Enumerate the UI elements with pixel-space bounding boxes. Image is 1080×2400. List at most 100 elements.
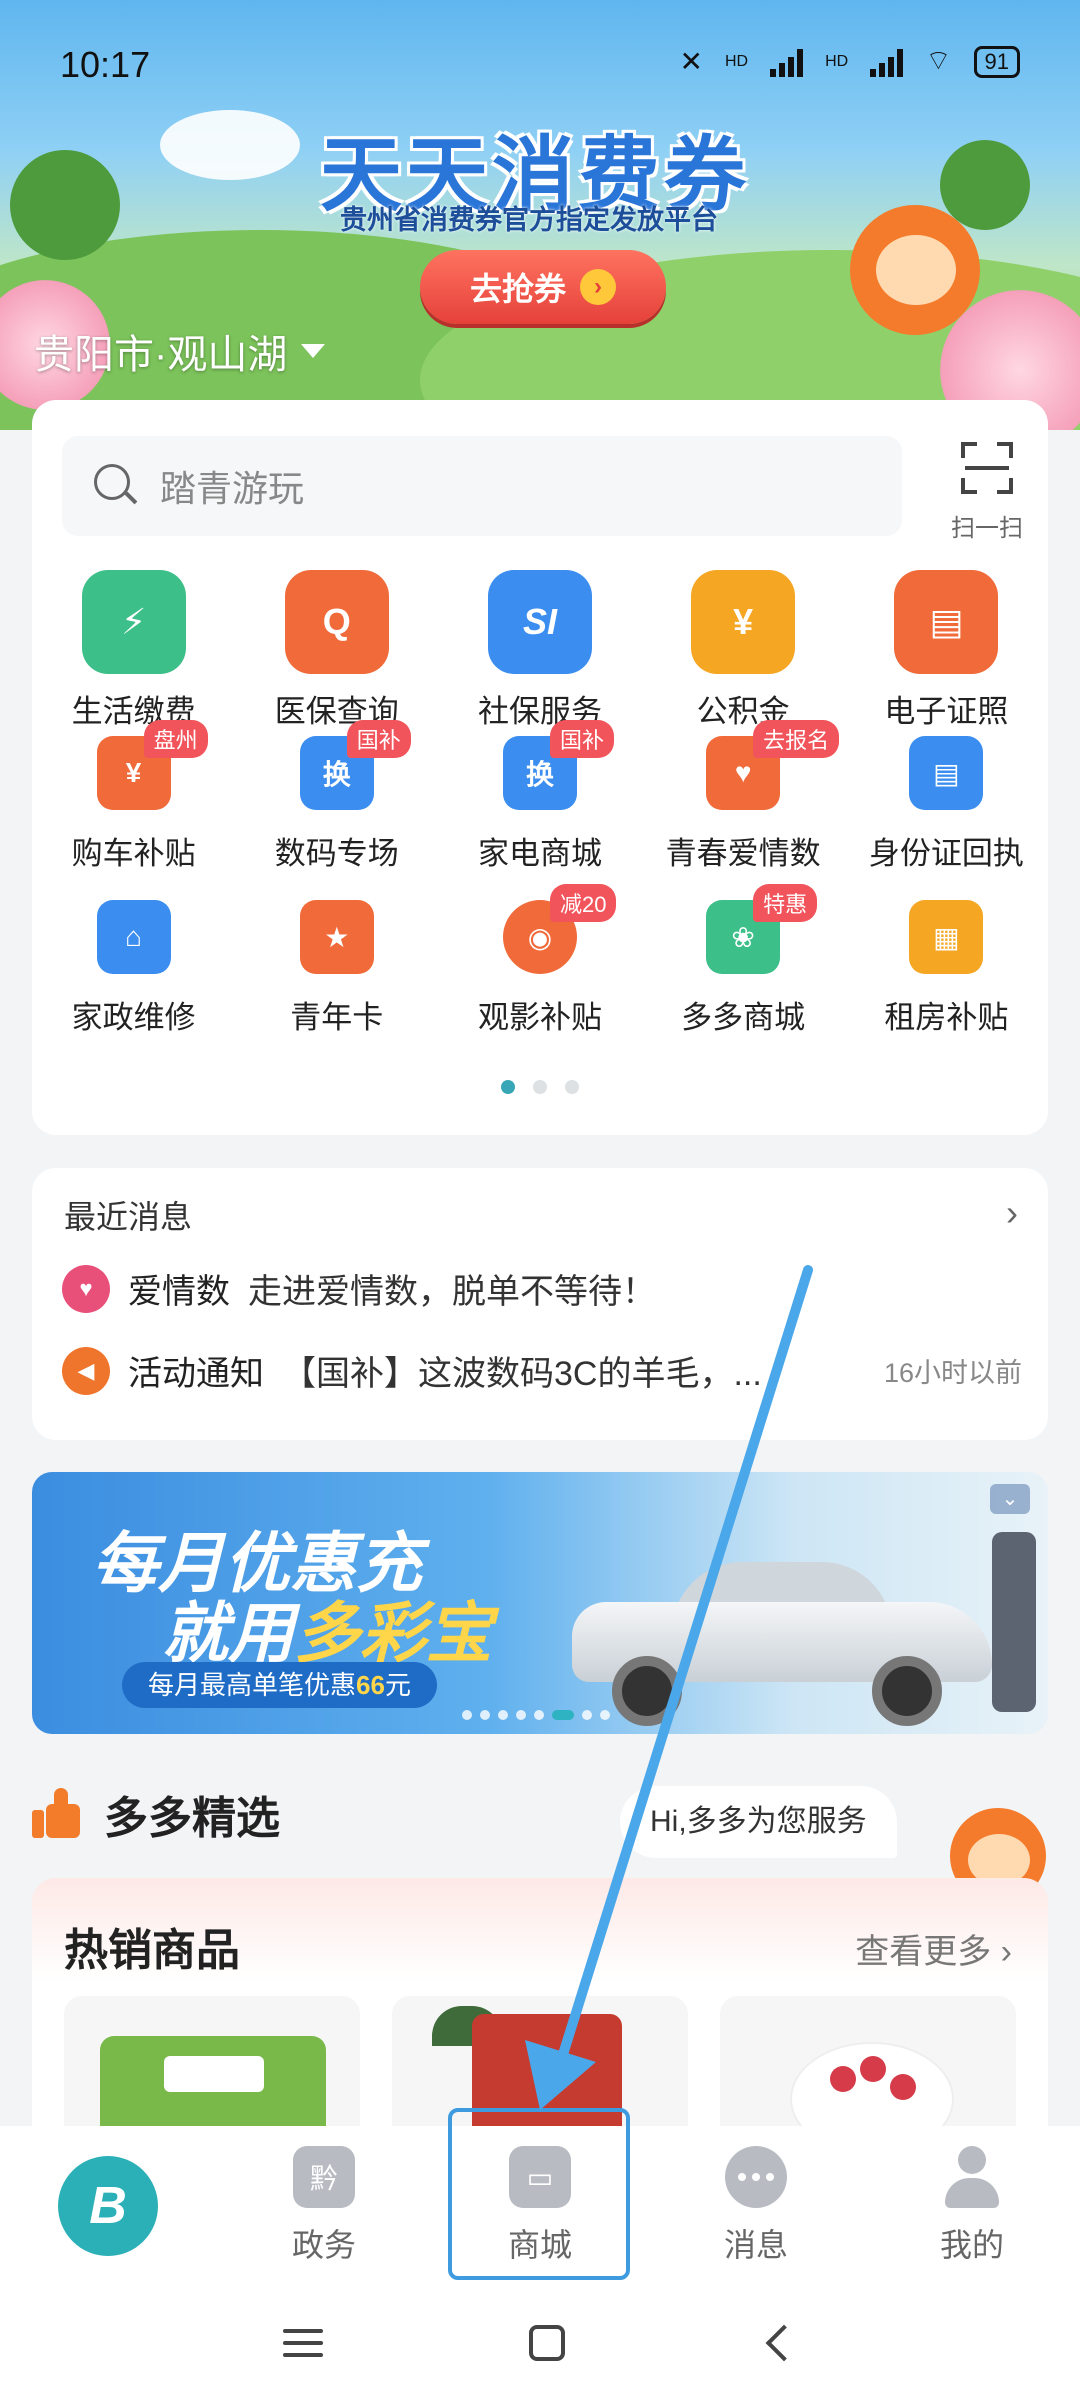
message-item[interactable]: ♥ 爱情数 走进爱情数，脱单不等待！ bbox=[62, 1264, 1022, 1313]
see-more-label: 查看更多 bbox=[855, 1933, 992, 1971]
tab-profile[interactable]: 我的 bbox=[864, 2126, 1080, 2286]
tab-government[interactable]: 黔 政务 bbox=[216, 2126, 432, 2286]
page-dot bbox=[565, 1080, 579, 1094]
user-icon bbox=[941, 2146, 1003, 2208]
service-e-license[interactable]: ▤ 电子证照 bbox=[846, 570, 1046, 729]
service-label: 观影补贴 bbox=[477, 1000, 602, 1035]
service-home-repair[interactable]: ⌂ 家政维修 bbox=[34, 884, 234, 1044]
heart-icon: ♥ bbox=[62, 1264, 110, 1313]
service-duoduo-mall[interactable]: ❀ 特惠 多多商城 bbox=[643, 884, 843, 1044]
selection-header: 多多精选 bbox=[32, 1782, 280, 1846]
youth-card-icon: ★ bbox=[299, 900, 374, 974]
tab-messages[interactable]: 消息 bbox=[648, 2126, 864, 2286]
tab-home[interactable]: B bbox=[0, 2126, 216, 2286]
badge: 特惠 bbox=[753, 884, 818, 922]
social-security-icon: SI bbox=[487, 570, 592, 674]
consumer-coupon-banner[interactable]: 10:17 ✕ HD HD ⌔ 91 天天消费券 贵州省消费券官方指定发放平台 … bbox=[0, 0, 1080, 430]
message-time: 16小时以前 bbox=[883, 1358, 1022, 1388]
home-repair-icon: ⌂ bbox=[96, 900, 171, 974]
assistant-bubble[interactable]: Hi,多多为您服务 bbox=[620, 1786, 897, 1858]
speaker-icon: ◀ bbox=[62, 1346, 110, 1395]
tab-label: 商城 bbox=[507, 2227, 572, 2263]
grab-coupon-button[interactable]: 去抢券 › bbox=[420, 250, 666, 324]
service-youth-love[interactable]: ♥ 去报名 青春爱情数 bbox=[643, 720, 843, 880]
see-more-link[interactable]: 查看更多 › bbox=[855, 1924, 1012, 1973]
page-indicator bbox=[32, 1080, 1048, 1094]
bottom-tab-bar: B 黔 政务 ▭ 商城 消息 我的 bbox=[0, 2126, 1080, 2286]
rent-doc-icon: ▦ bbox=[909, 900, 984, 974]
service-label: 青春爱情数 bbox=[665, 836, 821, 871]
promo-brand: 多彩宝 bbox=[294, 1596, 492, 1670]
location-label: 贵阳市·观山湖 bbox=[34, 333, 288, 377]
signal-icon bbox=[770, 47, 804, 77]
carousel-dot-active bbox=[552, 1710, 574, 1720]
app-logo-icon: B bbox=[58, 2156, 158, 2256]
product-card[interactable] bbox=[64, 1996, 360, 2146]
service-life-payment[interactable]: ⚡ 生活缴费 bbox=[34, 570, 234, 729]
medical-search-icon: Q bbox=[284, 570, 389, 674]
bolt-icon: ⚡ bbox=[81, 570, 186, 674]
hot-products-card: 热销商品 查看更多 › bbox=[32, 1878, 1048, 2146]
banner-subtitle: 贵州省消费券官方指定发放平台 bbox=[340, 205, 718, 235]
service-youth-card[interactable]: ★ 青年卡 bbox=[237, 884, 437, 1044]
recharge-promo-banner[interactable]: 每月优惠充 就用多彩宝 每月最高单笔优惠66元 ⌄ bbox=[32, 1472, 1048, 1734]
product-card[interactable] bbox=[720, 1996, 1016, 2146]
selection-title: 多多精选 bbox=[104, 1794, 280, 1843]
message-item[interactable]: ◀ 活动通知 【国补】这波数码3C的羊毛，... 16小时以前 bbox=[62, 1346, 1022, 1395]
product-card[interactable] bbox=[392, 1996, 688, 2146]
services-card: 踏青游玩 扫一扫 ⚡ 生活缴费 Q 医保查询 SI 社保服务 ¥ 公积金 ▤ 电… bbox=[32, 400, 1048, 1135]
tab-label: 我的 bbox=[939, 2227, 1004, 2263]
signal-label: HD bbox=[724, 52, 749, 70]
service-rent-subsidy[interactable]: ▦ 租房补贴 bbox=[846, 884, 1046, 1044]
service-digital[interactable]: 换 国补 数码专场 bbox=[237, 720, 437, 880]
search-input[interactable]: 踏青游玩 bbox=[62, 436, 902, 536]
promo-pill-text: 每月最高单笔优惠 bbox=[148, 1670, 357, 1700]
carousel-dot bbox=[498, 1710, 508, 1720]
home-icon[interactable] bbox=[529, 2325, 565, 2361]
service-car-subsidy[interactable]: ¥ 盘州 购车补贴 bbox=[34, 720, 234, 880]
scan-button[interactable]: 扫一扫 bbox=[932, 442, 1042, 543]
page-dot-active bbox=[501, 1080, 515, 1094]
service-medical-insurance[interactable]: Q 医保查询 bbox=[237, 570, 437, 729]
carousel-dot bbox=[516, 1710, 526, 1720]
message-text: 【国补】这波数码3C的羊毛，... bbox=[282, 1355, 762, 1393]
badge: 国补 bbox=[346, 720, 411, 758]
promo-discount-pill: 每月最高单笔优惠66元 bbox=[122, 1662, 437, 1708]
service-id-receipt[interactable]: ▤ 身份证回执 bbox=[846, 720, 1046, 880]
tab-label: 消息 bbox=[723, 2227, 788, 2263]
id-receipt-icon: ▤ bbox=[909, 736, 984, 810]
messages-header: 最近消息 bbox=[64, 1199, 193, 1235]
charger-illustration bbox=[992, 1532, 1036, 1712]
message-source: 爱情数 bbox=[128, 1273, 230, 1311]
page-dot bbox=[533, 1080, 547, 1094]
badge: 去报名 bbox=[753, 720, 840, 758]
chevron-right-icon[interactable]: › bbox=[1006, 1192, 1018, 1234]
service-appliance-mall[interactable]: 换 国补 家电商城 bbox=[440, 720, 640, 880]
service-movie-subsidy[interactable]: ◉ 减20 观影补贴 bbox=[440, 884, 640, 1044]
government-icon: 黔 bbox=[293, 2146, 355, 2208]
service-social-security[interactable]: SI 社保服务 bbox=[440, 570, 640, 729]
menu-icon[interactable] bbox=[283, 2321, 323, 2365]
thumbs-up-icon bbox=[32, 1788, 84, 1840]
store-icon: ▭ bbox=[509, 2146, 571, 2208]
promo-prefix: 就用 bbox=[162, 1596, 294, 1670]
recent-messages-card[interactable]: 最近消息 › ♥ 爱情数 走进爱情数，脱单不等待！ ◀ 活动通知 【国补】这波数… bbox=[32, 1168, 1048, 1440]
back-icon[interactable] bbox=[765, 2324, 803, 2362]
dropdown-caret-icon bbox=[301, 344, 326, 358]
hot-products-title: 热销商品 bbox=[64, 1926, 240, 1975]
service-housing-fund[interactable]: ¥ 公积金 bbox=[643, 570, 843, 729]
search-icon bbox=[94, 464, 138, 508]
message-source: 活动通知 bbox=[128, 1355, 264, 1393]
services-row: ⚡ 生活缴费 Q 医保查询 SI 社保服务 ¥ 公积金 ▤ 电子证照 bbox=[32, 570, 1048, 729]
carousel-dot bbox=[534, 1710, 544, 1720]
collapse-icon[interactable]: ⌄ bbox=[990, 1484, 1030, 1514]
signal-label: HD bbox=[825, 52, 849, 70]
tab-store[interactable]: ▭ 商城 bbox=[432, 2126, 648, 2286]
service-label: 数码专场 bbox=[274, 836, 399, 871]
tree-decoration bbox=[10, 150, 120, 260]
chat-bubble-icon bbox=[725, 2146, 787, 2208]
search-placeholder: 踏青游玩 bbox=[160, 468, 305, 509]
service-label: 租房补贴 bbox=[884, 1000, 1009, 1035]
scan-label: 扫一扫 bbox=[951, 515, 1023, 542]
location-selector[interactable]: 贵阳市·观山湖 bbox=[34, 322, 326, 380]
